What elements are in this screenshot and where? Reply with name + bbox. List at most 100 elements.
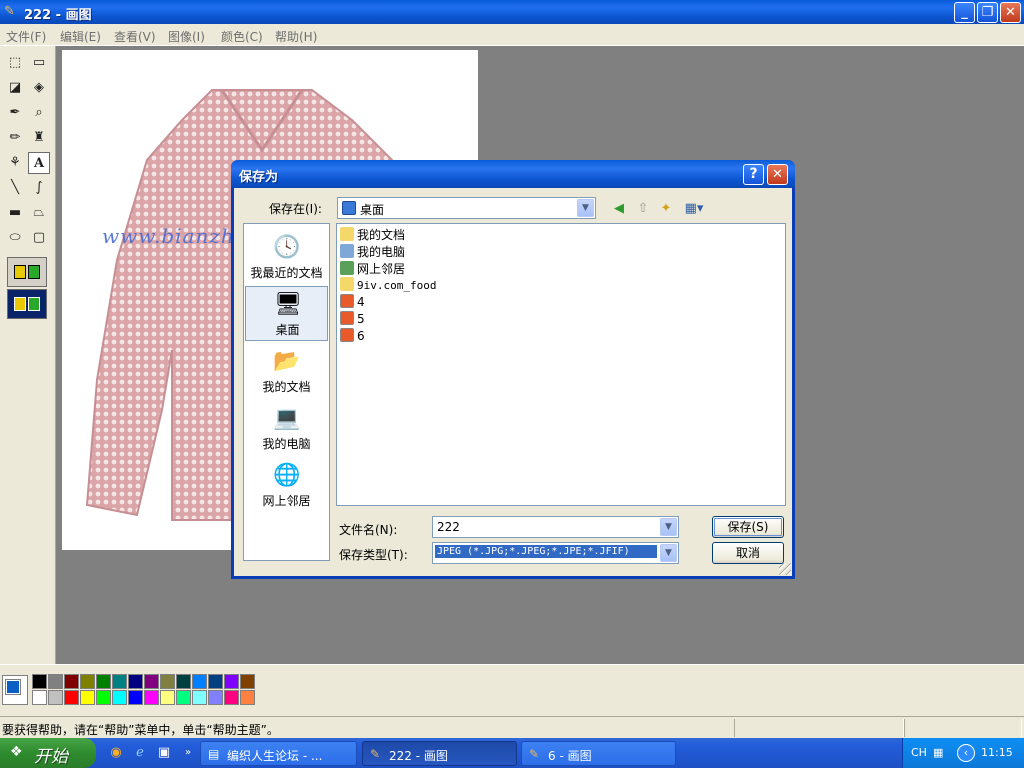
task-paint-6[interactable]: ✎ 6 - 画图 [521, 741, 676, 766]
opaque-background-option[interactable] [7, 257, 47, 287]
place-recent[interactable]: 🕓 我最近的文档 [245, 230, 328, 285]
place-my-documents[interactable]: 📂 我的文档 [245, 344, 328, 399]
color-swatch[interactable] [144, 674, 159, 689]
color-swatch[interactable] [192, 674, 207, 689]
rectangle-icon[interactable]: ▬ [4, 202, 26, 224]
color-swatch[interactable] [176, 690, 191, 705]
back-icon[interactable]: ◀ [610, 200, 628, 218]
list-item[interactable]: 网上邻居 [340, 260, 405, 277]
place-desktop[interactable]: 🖥 桌面 [245, 286, 328, 341]
fill-bucket-icon[interactable]: ◈ [28, 77, 50, 99]
minimize-button[interactable]: _ [954, 2, 975, 23]
status-pane [904, 719, 1022, 737]
save-in-label: 保存在(I): [269, 202, 322, 216]
color-swatch[interactable] [176, 674, 191, 689]
quicklaunch-more-icon[interactable]: » [180, 745, 196, 761]
color-swatch[interactable] [208, 674, 223, 689]
task-paint-222[interactable]: ✎ 222 - 画图 [362, 741, 517, 766]
list-item[interactable]: 4 [340, 294, 365, 311]
rounded-rect-icon[interactable]: ▢ [28, 227, 50, 249]
start-button[interactable]: ❖ 开始 [0, 738, 96, 768]
file-list[interactable]: 我的文档 我的电脑 网上邻居 9iv.com_food 4 5 6 [336, 223, 786, 506]
language-indicator[interactable]: CH [911, 746, 927, 759]
maximize-button[interactable]: ❐ [977, 2, 998, 23]
curve-icon[interactable]: ∫ [28, 177, 50, 199]
chevron-down-icon[interactable]: ▼ [577, 199, 594, 217]
color-swatch[interactable] [96, 690, 111, 705]
filetype-select[interactable]: JPEG (*.JPG;*.JPEG;*.JPE;*.JFIF) ▼ [432, 542, 679, 564]
color-swatch[interactable] [32, 690, 47, 705]
color-swatch[interactable] [160, 674, 175, 689]
color-swatch[interactable] [112, 674, 127, 689]
paint-app-icon: ✎ [529, 747, 540, 761]
color-swatch[interactable] [48, 690, 63, 705]
quicklaunch-desktop-icon[interactable]: ▣ [156, 745, 172, 761]
dialog-help-button[interactable]: ? [743, 164, 764, 185]
color-swatch[interactable] [208, 690, 223, 705]
chevron-down-icon[interactable]: ▼ [660, 544, 677, 562]
color-swatch[interactable] [224, 674, 239, 689]
color-swatch[interactable] [128, 690, 143, 705]
list-item[interactable]: 9iv.com_food [340, 277, 436, 294]
menu-image[interactable]: 图像(I) [168, 28, 205, 45]
menu-view[interactable]: 查看(V) [114, 28, 156, 45]
task-forum[interactable]: ▤ 编织人生论坛 - ... [200, 741, 357, 766]
color-swatch[interactable] [48, 674, 63, 689]
color-swatch[interactable] [96, 674, 111, 689]
color-swatch[interactable] [240, 690, 255, 705]
list-item[interactable]: 5 [340, 311, 365, 328]
save-in-combo[interactable]: 桌面 ▼ [337, 197, 596, 219]
color-swatch[interactable] [144, 690, 159, 705]
color-swatch[interactable] [160, 690, 175, 705]
place-network[interactable]: 🌐 网上邻居 [245, 458, 328, 513]
eraser-icon[interactable]: ◪ [4, 77, 26, 99]
transparent-background-option[interactable] [7, 289, 47, 319]
chevron-down-icon[interactable]: ▼ [660, 518, 677, 536]
new-folder-icon[interactable]: ✦ [657, 200, 675, 218]
menu-edit[interactable]: 编辑(E) [60, 28, 101, 45]
free-select-icon[interactable]: ⬚ [4, 52, 26, 74]
color-picker-icon[interactable]: ✒ [4, 102, 26, 124]
line-icon[interactable]: ╲ [4, 177, 26, 199]
polygon-icon[interactable]: ⏢ [28, 202, 50, 224]
menu-help[interactable]: 帮助(H) [275, 28, 317, 45]
pencil-icon[interactable]: ✏ [4, 127, 26, 149]
color-swatch[interactable] [192, 690, 207, 705]
dialog-close-button[interactable]: ✕ [767, 164, 788, 185]
color-swatch[interactable] [112, 690, 127, 705]
ellipse-icon[interactable]: ⬭ [4, 227, 26, 249]
quicklaunch-ie-icon[interactable]: ℯ [132, 745, 148, 761]
place-my-computer[interactable]: 💻 我的电脑 [245, 401, 328, 456]
filename-field[interactable]: 222 ▼ [432, 516, 679, 538]
color-swatch[interactable] [80, 690, 95, 705]
color-swatch[interactable] [128, 674, 143, 689]
color-swatch[interactable] [64, 674, 79, 689]
filename-label: 文件名(N): [339, 523, 398, 537]
up-folder-icon[interactable]: ⇧ [634, 200, 652, 218]
current-colors[interactable] [2, 675, 28, 705]
color-swatch[interactable] [80, 674, 95, 689]
rect-select-icon[interactable]: ▭ [28, 52, 50, 74]
view-menu-icon[interactable]: ▦▾ [681, 200, 707, 218]
color-swatch[interactable] [64, 690, 79, 705]
text-tool-icon[interactable]: A [28, 152, 50, 174]
keyboard-icon[interactable]: ▦ [933, 746, 943, 759]
list-item[interactable]: 我的电脑 [340, 243, 405, 260]
save-button[interactable]: 保存(S) [712, 516, 784, 538]
list-item[interactable]: 我的文档 [340, 226, 405, 243]
network-icon [340, 261, 354, 275]
close-button[interactable]: ✕ [1000, 2, 1021, 23]
quicklaunch-browser-icon[interactable]: ◉ [108, 745, 124, 761]
menu-file[interactable]: 文件(F) [6, 28, 46, 45]
brush-icon[interactable]: ♜ [28, 127, 50, 149]
color-swatch[interactable] [240, 674, 255, 689]
magnifier-icon[interactable]: ⌕ [28, 102, 50, 124]
color-swatch[interactable] [32, 674, 47, 689]
cancel-button[interactable]: 取消 [712, 542, 784, 564]
color-swatch[interactable] [224, 690, 239, 705]
airbrush-icon[interactable]: ⚘ [4, 152, 26, 174]
tray-expand-icon[interactable]: ‹ [957, 744, 975, 762]
resize-grip[interactable] [779, 563, 791, 575]
list-item[interactable]: 6 [340, 328, 365, 345]
menu-colors[interactable]: 颜色(C) [221, 28, 263, 45]
